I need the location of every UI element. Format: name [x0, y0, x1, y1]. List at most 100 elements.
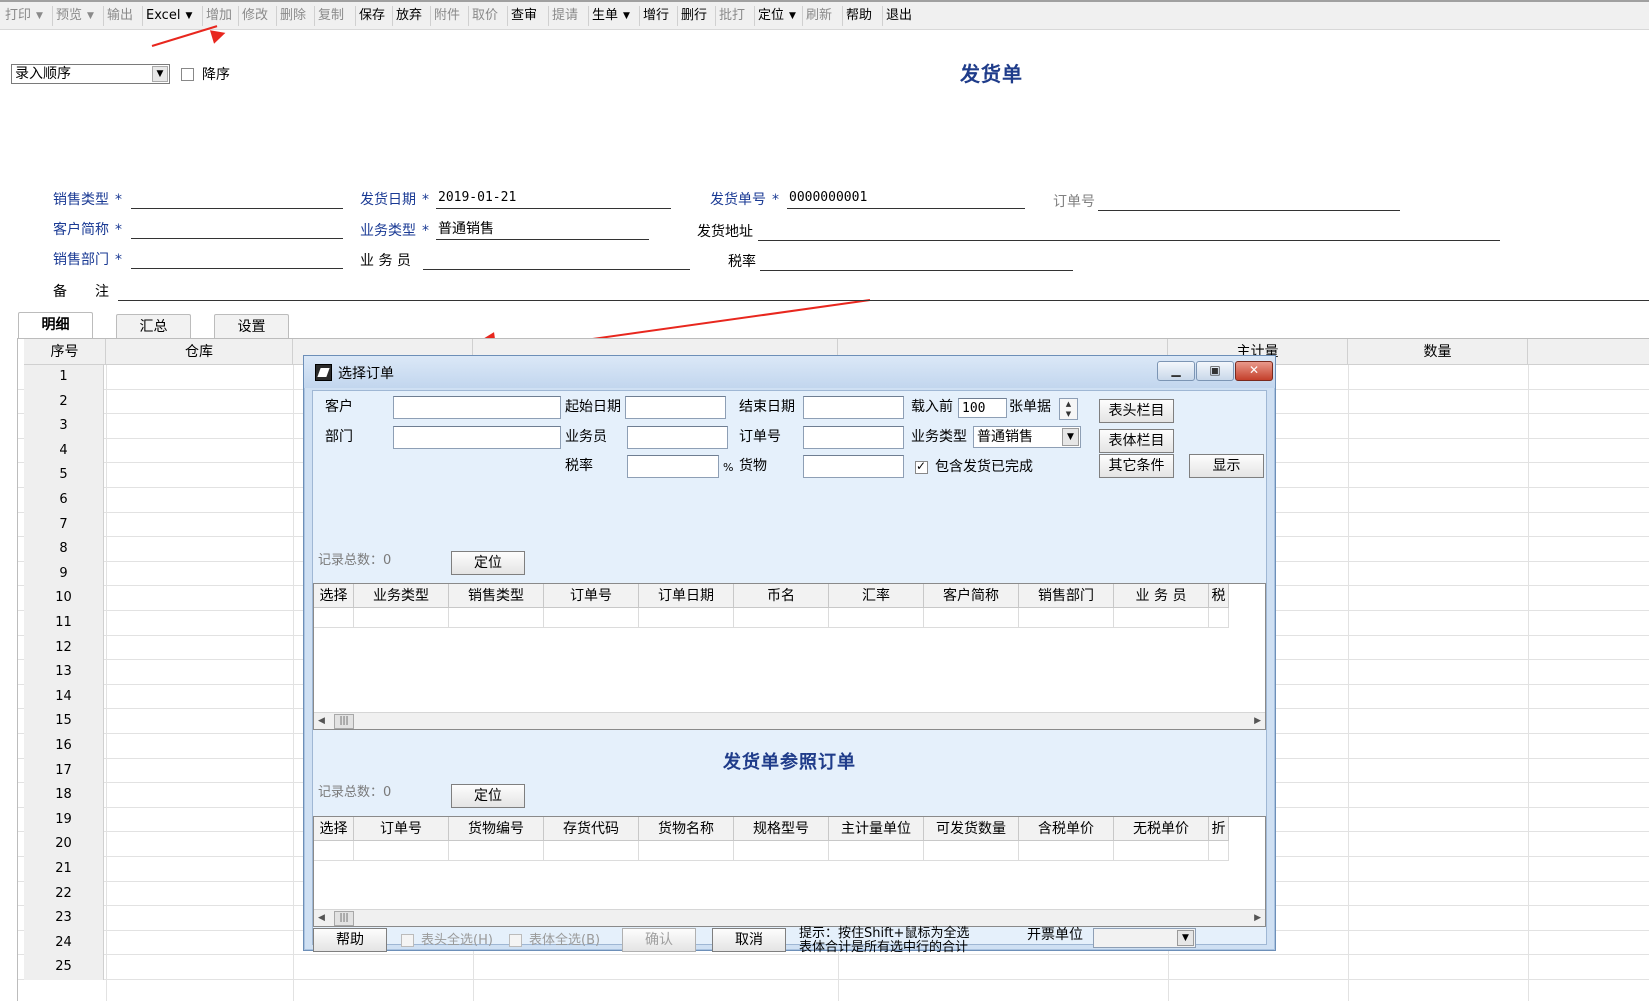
biz-type-field[interactable] [436, 239, 649, 240]
close-button[interactable]: ✕ [1235, 361, 1273, 381]
table-cell[interactable] [449, 841, 544, 861]
table-cell[interactable] [734, 608, 829, 628]
biz-type-filter-select[interactable]: 普通销售 ▼ [973, 426, 1081, 448]
toolbar-7-button[interactable]: 删除 [280, 8, 306, 24]
ship-address-field[interactable] [758, 240, 1500, 241]
invoice-unit-select[interactable]: ▼ [1093, 928, 1196, 948]
table-cell[interactable] [734, 841, 829, 861]
chevron-down-icon[interactable]: ▼ [185, 11, 192, 21]
table-cell[interactable] [924, 841, 1019, 861]
toolbar-3-button[interactable]: 输出 [107, 8, 133, 24]
table-cell[interactable] [639, 841, 734, 861]
toolbar-9-button[interactable]: 保存 [359, 8, 385, 24]
toolbar-15-button[interactable]: 生单 ▼ [592, 8, 630, 24]
scroll-thumb[interactable]: ||| [334, 714, 354, 729]
table-cell[interactable] [1114, 608, 1209, 628]
table-cell[interactable] [1114, 841, 1209, 861]
include-completed-checkbox[interactable] [915, 459, 928, 474]
lower-hscrollbar[interactable]: ◀ ||| ▶ [314, 909, 1265, 926]
column-header[interactable]: 销售部门 [1019, 584, 1114, 608]
load-count-input[interactable]: 100 [958, 398, 1007, 418]
select-all-body-checkbox[interactable] [509, 934, 522, 947]
start-date-input[interactable] [625, 396, 726, 419]
chevron-down-icon[interactable]: ▼ [623, 11, 630, 21]
table-cell[interactable] [1019, 608, 1114, 628]
scroll-right-icon[interactable]: ▶ [1254, 913, 1261, 923]
scroll-left-icon[interactable]: ◀ [318, 913, 325, 923]
upper-hscrollbar[interactable]: ◀ ||| ▶ [314, 712, 1265, 729]
column-header[interactable]: 主计量单位 [829, 817, 924, 841]
biz-type-value[interactable]: 普通销售 [438, 220, 494, 238]
load-count-spinner[interactable]: ▲ ▼ [1059, 398, 1078, 420]
header-columns-button[interactable]: 表头栏目 [1099, 399, 1174, 423]
column-header[interactable]: 选择 [314, 817, 354, 841]
table-cell[interactable] [639, 608, 734, 628]
order-no-field[interactable] [1098, 210, 1400, 211]
ship-date-value[interactable]: 2019-01-21 [438, 190, 516, 206]
show-button[interactable]: 显示 [1189, 454, 1264, 478]
toolbar-2-button[interactable]: 预览 ▼ [56, 8, 94, 24]
cancel-button[interactable]: 取消 [712, 928, 786, 952]
table-cell[interactable] [829, 841, 924, 861]
toolbar-19-button[interactable]: 定位 ▼ [758, 8, 796, 24]
column-header[interactable]: 订单日期 [639, 584, 734, 608]
toolbar-13-button[interactable]: 查审 [511, 8, 537, 24]
column-header[interactable]: 汇率 [829, 584, 924, 608]
scroll-right-icon[interactable]: ▶ [1254, 716, 1261, 726]
toolbar-10-button[interactable]: 放弃 [396, 8, 422, 24]
column-header[interactable]: 无税单价 [1114, 817, 1209, 841]
table-row[interactable]: 25 [18, 955, 1649, 980]
column-header[interactable]: 业务类型 [354, 584, 449, 608]
toolbar-8-button[interactable]: 复制 [318, 8, 344, 24]
toolbar-21-button[interactable]: 帮助 [846, 8, 872, 24]
column-header[interactable]: 订单号 [354, 817, 449, 841]
ship-date-field[interactable] [436, 208, 671, 209]
ship-no-field[interactable] [787, 208, 1025, 209]
minimize-button[interactable]: ▁ [1157, 361, 1195, 381]
toolbar-1-button[interactable]: 打印 ▼ [5, 8, 43, 24]
column-header[interactable]: 销售类型 [449, 584, 544, 608]
customer-filter-input[interactable] [393, 396, 561, 419]
table-cell[interactable] [449, 608, 544, 628]
dialog-titlebar[interactable]: 选择订单 ▁ ▣ ✕ [304, 356, 1275, 388]
table-cell[interactable] [1019, 841, 1114, 861]
dept-filter-input[interactable] [393, 426, 561, 449]
column-header[interactable]: 选择 [314, 584, 354, 608]
toolbar-12-button[interactable]: 取价 [472, 8, 498, 24]
other-conditions-button[interactable]: 其它条件 [1099, 454, 1174, 478]
salesman-field[interactable] [423, 269, 690, 270]
goods-filter-input[interactable] [803, 455, 904, 478]
table-cell[interactable] [354, 608, 449, 628]
chevron-down-icon[interactable]: ▼ [789, 11, 796, 21]
table-cell[interactable] [544, 841, 639, 861]
column-header[interactable]: 币名 [734, 584, 829, 608]
chevron-down-icon[interactable]: ▼ [1062, 428, 1079, 446]
toolbar-16-button[interactable]: 增行 [643, 8, 669, 24]
chevron-down-icon[interactable]: ▼ [87, 11, 94, 21]
scroll-left-icon[interactable]: ◀ [318, 716, 325, 726]
toolbar-18-button[interactable]: 批打 [719, 8, 745, 24]
chevron-down-icon[interactable]: ▼ [36, 11, 43, 21]
toolbar-11-button[interactable]: 附件 [434, 8, 460, 24]
chevron-down-icon[interactable]: ▼ [1177, 930, 1194, 946]
table-cell[interactable] [1209, 841, 1229, 861]
ship-no-value[interactable]: 0000000001 [789, 190, 867, 206]
column-header[interactable]: 货物名称 [639, 817, 734, 841]
help-button[interactable]: 帮助 [313, 928, 387, 952]
grid-column-header[interactable] [1528, 339, 1649, 365]
tax-rate-field[interactable] [760, 270, 1073, 271]
toolbar-6-button[interactable]: 修改 [242, 8, 268, 24]
salesman-filter-input[interactable] [627, 426, 728, 449]
column-header[interactable]: 业 务 员 [1114, 584, 1209, 608]
remark-field[interactable] [118, 300, 1649, 301]
column-header[interactable]: 折 [1209, 817, 1229, 841]
dept-field[interactable] [131, 268, 343, 269]
tab-summary[interactable]: 汇总 [116, 314, 191, 338]
tab-detail[interactable]: 明细 [18, 312, 93, 338]
column-header[interactable]: 订单号 [544, 584, 639, 608]
sort-order-select[interactable]: 录入顺序 ▼ [11, 64, 170, 84]
toolbar-22-button[interactable]: 退出 [886, 8, 912, 24]
column-header[interactable]: 客户简称 [924, 584, 1019, 608]
toolbar-4-button[interactable]: Excel ▼ [146, 8, 192, 24]
confirm-button[interactable]: 确认 [622, 928, 696, 952]
